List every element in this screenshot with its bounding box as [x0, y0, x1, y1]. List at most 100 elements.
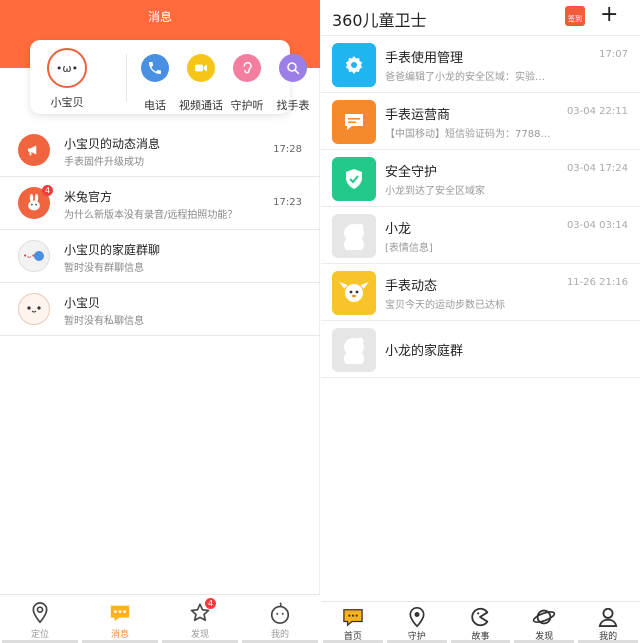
conversation-preview: 小龙到达了安全区域家	[385, 186, 485, 197]
conversation-list: 手表使用管理 爸爸编辑了小龙的安全区域：实验… 17:07 手表运营商 【中国移…	[321, 36, 640, 378]
list-item[interactable]: 小龙 [表情信息] 03-04 03:14	[321, 207, 640, 264]
message-title: 小宝贝的家庭群聊	[64, 243, 161, 257]
message-title: 小宝贝	[64, 296, 101, 310]
tab-home[interactable]: 首页	[321, 602, 385, 643]
mascot-icon	[332, 271, 376, 315]
list-item[interactable]: 4 米兔官方 为什么新版本没有录音/远程拍照功能？ 17:23	[0, 177, 320, 230]
baby-profile[interactable]: •ω• 小宝贝	[38, 48, 96, 110]
conversation-preview: [表情信息]	[385, 243, 433, 254]
conversation-preview: 【中国移动】短信验证码为：7788…	[385, 129, 551, 140]
page-title: 消息	[147, 10, 172, 24]
find-watch-button[interactable]: 找手表	[276, 54, 310, 112]
location-pin-icon	[385, 605, 449, 629]
tab-discover[interactable]: 发现	[160, 595, 240, 643]
baby-avatar[interactable]: •ω•	[47, 48, 87, 88]
tab-stories[interactable]: 故事	[449, 602, 513, 643]
list-item[interactable]: 小宝贝的动态消息 手表固件升级成功 17:28	[0, 124, 320, 177]
list-item[interactable]: 手表动态 宝贝今天的运动步数已达标 11-26 21:16	[321, 264, 640, 321]
conversation-title: 小龙的家庭群	[385, 344, 464, 359]
find-watch-label: 找手表	[276, 99, 310, 112]
conversation-preview: 爸爸编辑了小龙的安全区域：实验…	[385, 72, 545, 83]
tab-label: 我的	[270, 630, 289, 640]
video-call-label: 视频通话	[179, 99, 223, 112]
group-avatar-icon: •ᴗ•	[18, 240, 50, 272]
tab-discover[interactable]: 发现	[512, 602, 576, 643]
location-pin-icon	[0, 600, 80, 626]
person-icon	[576, 605, 640, 629]
search-icon	[279, 54, 307, 82]
message-preview: 暂时没有私聊信息	[64, 316, 144, 327]
tab-mine[interactable]: 我的	[240, 595, 320, 643]
baby-name: 小宝贝	[50, 96, 84, 109]
app-title: 360儿童卫士	[332, 11, 427, 30]
message-preview: 为什么新版本没有录音/远程拍照功能？	[64, 210, 238, 221]
message-icon	[332, 100, 376, 144]
conversation-time: 03-04 17:24	[566, 163, 628, 174]
ear-icon	[233, 54, 261, 82]
phone-icon	[141, 54, 169, 82]
chat-icon	[80, 600, 160, 626]
divider	[126, 54, 127, 102]
shield-icon	[332, 157, 376, 201]
right-screen: 360儿童卫士 签到 + 手表使用管理 爸爸编辑了小龙的安全区域：实验… 17:…	[321, 0, 640, 643]
tab-messages[interactable]: 4 消息	[80, 595, 216, 643]
conversation-time: 03-04 22:11	[566, 106, 628, 117]
list-item[interactable]: 小宝贝 暂时没有私聊信息	[0, 283, 320, 336]
list-item[interactable]: 小龙的家庭群	[321, 321, 640, 378]
megaphone-icon	[18, 134, 50, 166]
conversation-title: 手表动态	[385, 279, 438, 294]
bottom-tab-bar: 首页 守护 故事 发现 我的	[321, 601, 640, 643]
tab-location[interactable]: 定位	[0, 595, 80, 643]
video-icon	[187, 54, 215, 82]
tab-label: 消息	[110, 630, 129, 640]
pacman-icon	[449, 605, 513, 629]
star-icon	[160, 600, 240, 626]
baby-face-text: •ω•	[55, 61, 79, 75]
message-preview: 暂时没有群聊信息	[64, 263, 144, 274]
profile-face-icon	[240, 600, 320, 626]
list-item[interactable]: 安全守护 小龙到达了安全区域家 03-04 17:24	[321, 150, 640, 207]
add-button[interactable]: +	[600, 2, 618, 28]
conversation-preview: 宝贝今天的运动步数已达标	[385, 300, 505, 311]
quick-actions: 电话 视频通话 守护听 找手表	[138, 54, 322, 112]
tab-mine[interactable]: 我的	[576, 602, 640, 643]
baby-quick-card: •ω• 小宝贝 电话 视频通话 守护听 找手表	[30, 40, 310, 114]
face-avatar-icon	[18, 293, 50, 325]
conversation-title: 安全守护	[385, 165, 438, 180]
listen-button[interactable]: 守护听	[230, 54, 264, 112]
conversation-title: 小龙	[385, 222, 412, 237]
message-time: 17:23	[273, 197, 302, 208]
message-title: 小宝贝的动态消息	[64, 137, 161, 151]
svg-text:•ᴗ•: •ᴗ•	[23, 252, 36, 260]
planet-icon	[512, 605, 576, 629]
tab-guard[interactable]: 守护	[385, 602, 449, 643]
message-title: 米兔官方	[64, 190, 113, 204]
call-label: 电话	[144, 99, 166, 112]
conversation-time: 17:07	[599, 49, 628, 60]
conversation-title: 手表使用管理	[385, 51, 464, 66]
gear-icon	[332, 43, 376, 87]
conversation-title: 手表运营商	[385, 108, 451, 123]
list-item[interactable]: •ᴗ• 小宝贝的家庭群聊 暂时没有群聊信息	[0, 230, 320, 283]
default-avatar-icon	[332, 328, 376, 372]
list-item[interactable]: 手表使用管理 爸爸编辑了小龙的安全区域：实验… 17:07	[321, 36, 640, 93]
video-call-button[interactable]: 视频通话	[179, 54, 223, 112]
tab-label: 发现	[190, 630, 209, 640]
listen-label: 守护听	[230, 99, 264, 112]
message-time: 17:28	[273, 144, 302, 155]
calendar-signin-button[interactable]: 签到	[565, 6, 585, 26]
left-screen: 消息 •ω• 小宝贝 电话 视频通话 守护听 找手表 小宝贝的动态消息 手表固件…	[0, 0, 320, 643]
call-button[interactable]: 电话	[138, 54, 172, 112]
bottom-tab-bar: 定位 4 消息 发现 我的	[0, 594, 320, 643]
unread-badge: 4	[42, 185, 53, 196]
tab-label: 定位	[30, 630, 49, 640]
signin-label: 签到	[568, 15, 582, 23]
default-avatar-icon	[332, 214, 376, 258]
list-item[interactable]: 手表运营商 【中国移动】短信验证码为：7788… 03-04 22:11	[321, 93, 640, 150]
app-header: 360儿童卫士 签到 +	[321, 0, 640, 36]
message-preview: 手表固件升级成功	[64, 157, 144, 168]
message-list: 小宝贝的动态消息 手表固件升级成功 17:28 4 米兔官方 为什么新版本没有录…	[0, 124, 320, 336]
conversation-time: 11-26 21:16	[566, 277, 628, 288]
home-chat-icon	[321, 605, 385, 629]
conversation-time: 03-04 03:14	[566, 220, 628, 231]
